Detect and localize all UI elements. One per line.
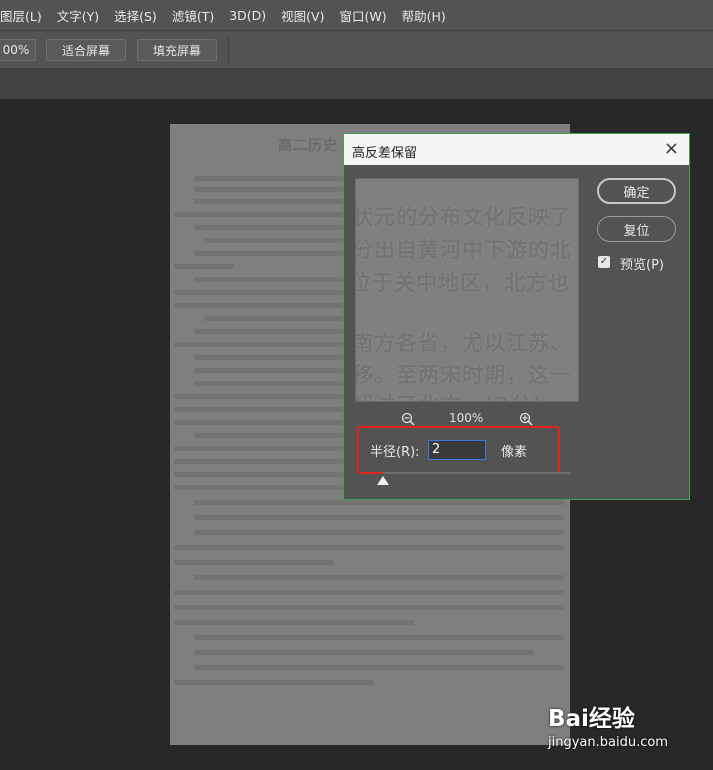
- menu-help[interactable]: 帮助(H): [402, 6, 446, 25]
- preview-text-line: 位于关中地区，北方也: [355, 271, 570, 295]
- zoom-out-icon[interactable]: [401, 412, 415, 426]
- menu-window[interactable]: 窗口(W): [339, 6, 386, 25]
- preview-checkbox-label: 预览(P): [620, 258, 664, 273]
- close-icon[interactable]: ×: [664, 139, 679, 159]
- document-tab-strip: [0, 69, 713, 99]
- menu-bar: 图层(L) 文字(Y) 选择(S) 滤镜(T) 3D(D) 视图(V) 窗口(W…: [0, 0, 713, 30]
- radius-input[interactable]: 2: [428, 440, 486, 460]
- menu-type[interactable]: 文字(Y): [57, 6, 99, 25]
- document-title: 高二历史: [278, 138, 338, 154]
- preview-checkbox[interactable]: ✓: [598, 256, 610, 268]
- dialog-title-bar[interactable]: 高反差保留 ×: [344, 134, 689, 165]
- watermark-logo: Bai经验: [548, 706, 635, 732]
- preview-text-line: 南方各省，尤以江苏、: [355, 331, 572, 355]
- zoom-percent-button[interactable]: 00%: [0, 39, 36, 61]
- dialog-title: 高反差保留: [352, 146, 418, 161]
- menu-layer[interactable]: 图层(L): [0, 6, 42, 25]
- preview-text-line: 分出自黄河中下游的北: [355, 238, 572, 262]
- radius-label: 半径(R):: [370, 445, 420, 460]
- menu-3d[interactable]: 3D(D): [229, 8, 266, 23]
- preview-text-line: 超过了北方。(2分): [356, 389, 543, 401]
- zoom-in-icon[interactable]: [519, 412, 533, 426]
- preview-text-line: 移。至两宋时期，这一: [355, 363, 572, 387]
- ok-button[interactable]: 确定: [597, 178, 676, 204]
- fill-screen-button[interactable]: 填充屏幕: [137, 39, 217, 61]
- menu-filter[interactable]: 滤镜(T): [172, 6, 214, 25]
- baidu-jingyan-watermark: Bai经验 jingyan.baidu.com: [546, 691, 686, 757]
- watermark-url: jingyan.baidu.com: [548, 735, 668, 750]
- reset-button[interactable]: 复位: [597, 216, 676, 242]
- menu-view[interactable]: 视图(V): [281, 6, 324, 25]
- fit-screen-button[interactable]: 适合屏幕: [46, 39, 126, 61]
- options-divider: [228, 37, 229, 63]
- filter-preview[interactable]: 状元的分布文化反映了 分出自黄河中下游的北 位于关中地区，北方也 南方各省，尤以…: [355, 178, 579, 402]
- menu-select[interactable]: 选择(S): [114, 6, 157, 25]
- options-bar: 00% 适合屏幕 填充屏幕: [0, 30, 713, 69]
- preview-zoom-level: 100%: [449, 411, 484, 425]
- preview-text-line: 状元的分布文化反映了: [355, 205, 572, 229]
- pixel-unit-label: 像素: [501, 445, 528, 460]
- radius-slider-track[interactable]: [383, 472, 571, 474]
- radius-slider-thumb[interactable]: [377, 476, 389, 485]
